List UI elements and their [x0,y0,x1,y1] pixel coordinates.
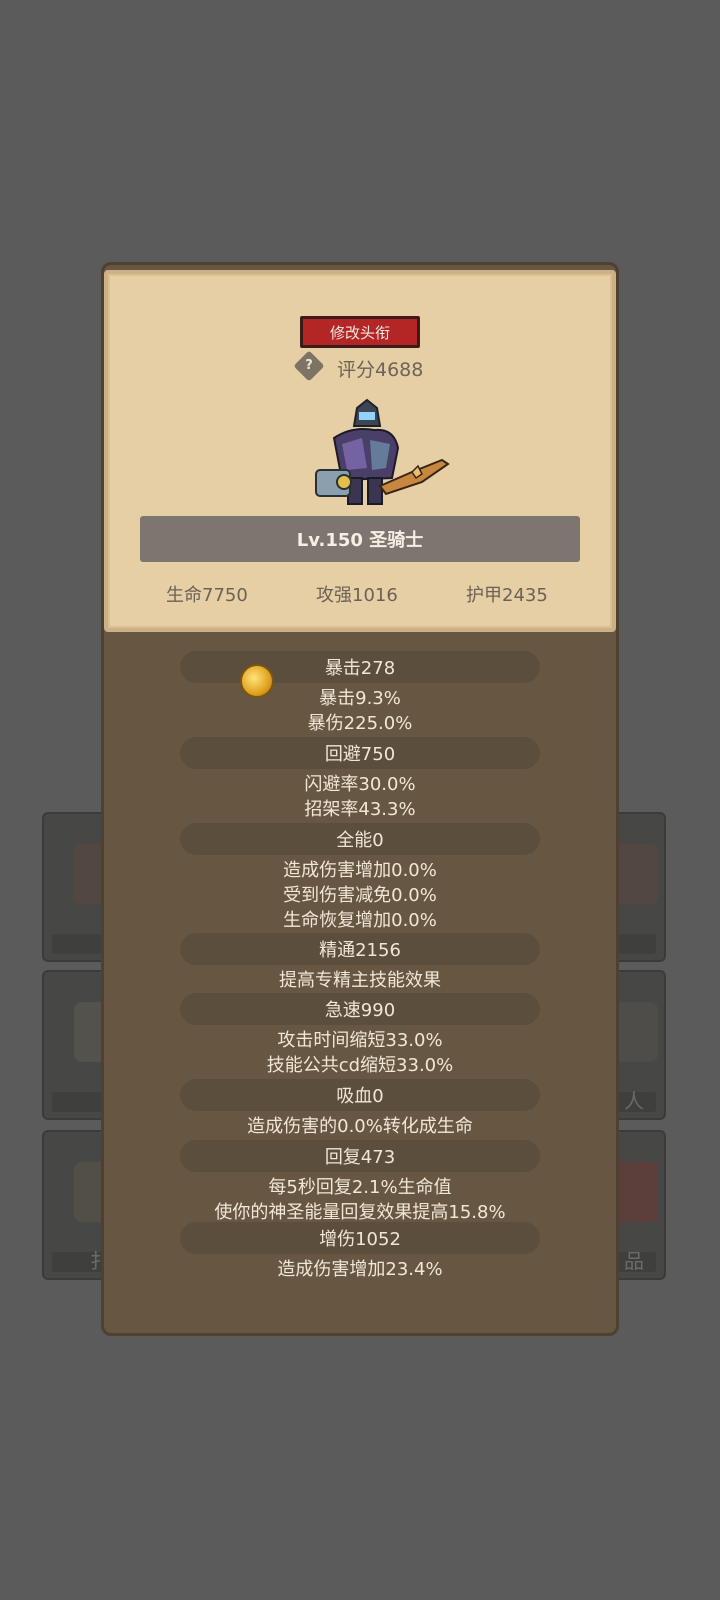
score-label: 评分4688 [337,359,424,381]
attr-line: 造成伤害增加0.0% [283,860,437,881]
attr-haste-label: 急速990 [180,993,540,1025]
bg-slot-label: 品 [624,1249,644,1273]
change-title-button[interactable]: 修改头衔 [300,316,420,348]
attr-lifesteal-label: 吸血0 [180,1079,540,1111]
armor-stat: 护甲2435 [466,585,548,606]
attr-versatility-label: 全能0 [180,823,540,855]
attr-line: 技能公共cd缩短33.0% [266,1055,454,1076]
help-glyph: ? [305,358,313,373]
attr-line: 招架率43.3% [304,799,416,820]
attr-line: 受到伤害减免0.0% [283,885,437,906]
bg-slot-label: 人 [624,1089,644,1113]
attr-line: 使你的神圣能量回复效果提高15.8% [214,1202,506,1223]
help-diamond-icon[interactable]: ? [293,350,325,382]
paladin-hero-sprite [315,398,450,505]
attr-line: 提高专精主技能效果 [279,970,441,991]
attr-line: 暴击9.3% [319,688,401,709]
attr-damage-bonus-label: 增伤1052 [180,1222,540,1254]
attr-line: 暴伤225.0% [307,713,413,734]
hp-stat: 生命7750 [166,585,248,606]
attr-line: 造成伤害的0.0%转化成生命 [247,1116,473,1137]
attr-mastery-label: 精通2156 [180,933,540,965]
attr-crit-label: 暴击278 [180,651,540,683]
attr-line: 造成伤害增加23.4% [277,1259,443,1280]
attr-regen-label: 回复473 [180,1140,540,1172]
attr-dodge-label: 回避750 [180,737,540,769]
attr-line: 每5秒回复2.1%生命值 [268,1177,452,1198]
attr-line: 攻击时间缩短33.0% [277,1030,443,1051]
attr-line: 生命恢复增加0.0% [283,910,437,931]
hero-name-bar: Lv.150 圣骑士 [140,516,580,562]
attr-line: 闪避率30.0% [304,774,416,795]
attack-power-stat: 攻强1016 [316,585,398,606]
